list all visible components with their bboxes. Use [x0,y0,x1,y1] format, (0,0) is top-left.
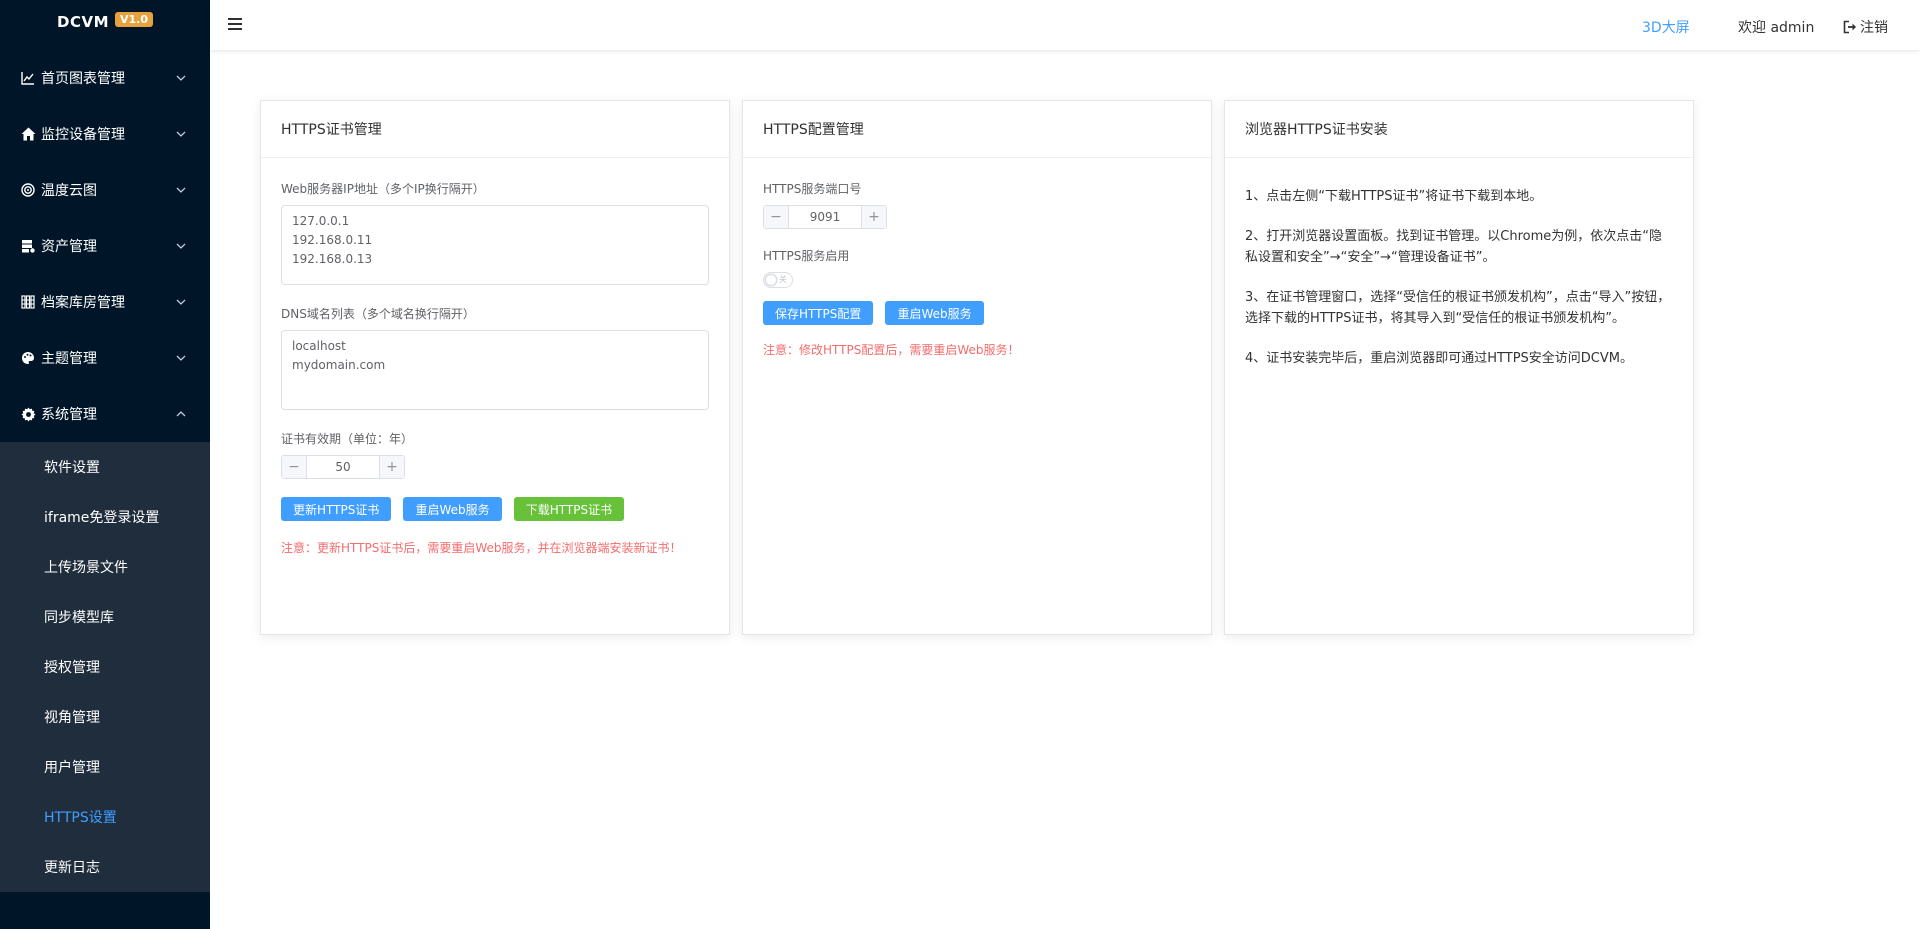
https-enable-toggle[interactable]: 关 [763,272,793,288]
card-title: HTTPS配置管理 [743,101,1211,158]
sidebar-menu: 首页图表管理 监控设备管理 温度云图 资产管理 档案库房管理 主题管理 系统管理… [0,50,210,892]
port-label: HTTPS服务端口号 [763,182,862,196]
config-actions: 保存HTTPS配置 重启Web服务 [763,301,1191,325]
enable-label: HTTPS服务启用 [763,249,850,263]
logout-label: 注销 [1860,20,1888,36]
chevron-down-icon [176,355,186,361]
hamburger-icon[interactable] [226,15,244,33]
server-icon [20,238,36,254]
system-submenu: 软件设置 iframe免登录设置 上传场景文件 同步模型库 授权管理 视角管理 … [0,442,210,892]
sidebar: DCVM V1.0 首页图表管理 监控设备管理 温度云图 资产管理 档案库房管理… [0,0,210,929]
palette-icon [20,350,36,366]
cert-actions: 更新HTTPS证书 重启Web服务 下载HTTPS证书 [281,497,709,521]
menu-label: 温度云图 [41,183,97,199]
card-title: HTTPS证书管理 [261,101,729,158]
target-icon [20,182,36,198]
menu-label: 首页图表管理 [41,71,125,87]
chevron-down-icon [176,75,186,81]
decrement-button[interactable]: − [282,456,307,478]
ip-textarea[interactable]: 127.0.0.1 192.168.0.11 192.168.0.13 [281,205,709,285]
submenu-item-https[interactable]: HTTPS设置 [0,792,210,842]
app-name: DCVM [57,13,109,31]
config-warning: 注意：修改HTTPS配置后，需要重启Web服务！ [763,343,1020,357]
screen-3d-link[interactable]: 3D大屏 [1642,17,1690,37]
version-badge: V1.0 [115,11,153,27]
cert-card: HTTPS证书管理 Web服务器IP地址（多个IP换行隔开） 127.0.0.1… [260,100,730,635]
submenu-item-upload-scene[interactable]: 上传场景文件 [0,542,210,592]
chevron-down-icon [176,187,186,193]
decrement-button[interactable]: − [764,206,789,228]
update-cert-button[interactable]: 更新HTTPS证书 [281,497,392,521]
logo: DCVM V1.0 [0,0,210,44]
restart-web-button[interactable]: 重启Web服务 [403,497,502,521]
install-card: 浏览器HTTPS证书安装 1、点击左侧“下载HTTPS证书”将证书下载到本地。 … [1224,100,1694,635]
download-cert-button[interactable]: 下载HTTPS证书 [513,497,625,521]
logout-button[interactable]: 注销 [1843,17,1888,37]
config-card: HTTPS配置管理 HTTPS服务端口号 − 9091 + HTTPS服务启用 … [742,100,1212,635]
validity-label: 证书有效期（单位：年） [281,432,414,446]
chart-line-icon [20,70,36,86]
menu-item-system[interactable]: 系统管理 [0,386,210,442]
menu-item-assets[interactable]: 资产管理 [0,218,210,274]
welcome-text: 欢迎 admin [1738,20,1815,36]
menu-label: 系统管理 [41,407,97,423]
logout-icon [1843,20,1856,34]
menu-label: 主题管理 [41,351,97,367]
increment-button[interactable]: + [861,206,886,228]
menu-label: 监控设备管理 [41,127,125,143]
home-icon [20,126,36,142]
menu-label: 档案库房管理 [41,295,125,311]
top-header: 3D大屏 欢迎 admin 注销 [210,0,1920,50]
submenu-item-iframe-login[interactable]: iframe免登录设置 [0,492,210,542]
chevron-up-icon [176,411,186,417]
chevron-down-icon [176,131,186,137]
submenu-item-users[interactable]: 用户管理 [0,742,210,792]
grid-icon [20,294,36,310]
submenu-item-changelog[interactable]: 更新日志 [0,842,210,892]
restart-web-button[interactable]: 重启Web服务 [885,301,984,325]
save-config-button[interactable]: 保存HTTPS配置 [763,301,874,325]
submenu-item-license[interactable]: 授权管理 [0,642,210,692]
install-step: 3、在证书管理窗口，选择“受信任的根证书颁发机构”，点击“导入”按钮，选择下载的… [1245,290,1671,326]
card-title: 浏览器HTTPS证书安装 [1225,101,1693,158]
dns-textarea[interactable]: localhost mydomain.com [281,330,709,410]
menu-item-archive-storage[interactable]: 档案库房管理 [0,274,210,330]
ip-line: 127.0.0.1 [292,214,350,228]
submenu-item-views[interactable]: 视角管理 [0,692,210,742]
install-steps: 1、点击左侧“下载HTTPS证书”将证书下载到本地。 2、打开浏览器设置面板。找… [1225,158,1693,408]
port-value[interactable]: 9091 [789,206,861,228]
submenu-item-software-settings[interactable]: 软件设置 [0,442,210,492]
menu-item-home-charts[interactable]: 首页图表管理 [0,50,210,106]
install-step: 1、点击左侧“下载HTTPS证书”将证书下载到本地。 [1245,189,1543,204]
ip-line: 192.168.0.13 [292,252,373,266]
gear-icon [20,406,36,422]
ip-label: Web服务器IP地址（多个IP换行隔开） [281,182,485,196]
increment-button[interactable]: + [379,456,404,478]
menu-item-monitor-devices[interactable]: 监控设备管理 [0,106,210,162]
validity-stepper: − 50 + [281,455,405,479]
cert-warning: 注意：更新HTTPS证书后，需要重启Web服务，并在浏览器端安装新证书！ [281,541,682,555]
chevron-down-icon [176,243,186,249]
install-step: 4、证书安装完毕后，重启浏览器即可通过HTTPS安全访问DCVM。 [1245,351,1633,366]
ip-line: 192.168.0.11 [292,233,373,247]
dns-label: DNS域名列表（多个域名换行隔开） [281,307,475,321]
install-step: 2、打开浏览器设置面板。找到证书管理。以Chrome为例，依次点击“隐私设置和安… [1245,229,1662,265]
menu-label: 资产管理 [41,239,97,255]
port-stepper: − 9091 + [763,205,887,229]
submenu-item-sync-models[interactable]: 同步模型库 [0,592,210,642]
dns-line: localhost [292,339,346,353]
chevron-down-icon [176,299,186,305]
toggle-text: 关 [779,275,787,284]
toggle-knob [765,274,777,286]
menu-item-temperature-cloud[interactable]: 温度云图 [0,162,210,218]
dns-line: mydomain.com [292,358,386,372]
menu-item-theme[interactable]: 主题管理 [0,330,210,386]
validity-value[interactable]: 50 [307,456,379,478]
